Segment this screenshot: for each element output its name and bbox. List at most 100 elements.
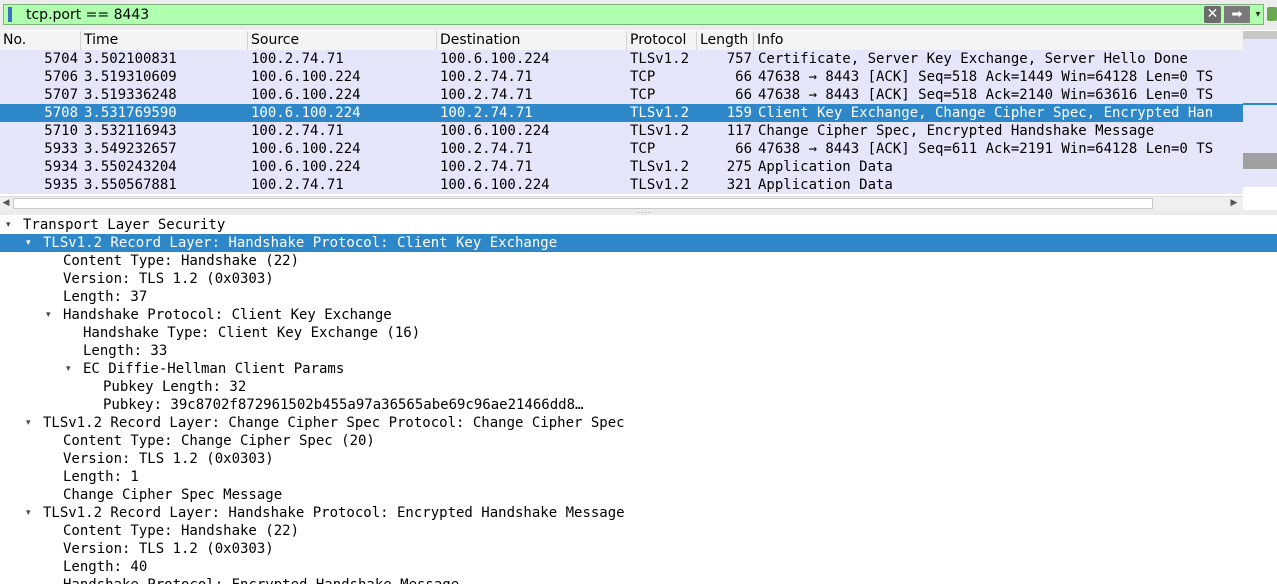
packet-row[interactable]: 5708 3.531769590 100.6.100.224 100.2.74.71 T… xyxy=(0,104,1243,122)
packet-time-cell: 3.550243204 xyxy=(84,159,177,175)
packet-info-cell: Application Data xyxy=(758,177,893,193)
bookmark-icon[interactable] xyxy=(8,7,18,22)
packet-protocol-cell: TLSv1.2 xyxy=(630,159,690,175)
detail-label: TLSv1.2 Record Layer: Handshake Protocol… xyxy=(43,235,558,251)
detail-tree-item[interactable]: Handshake Type: Client Key Exchange (16) xyxy=(0,324,1277,342)
column-header-source[interactable]: Source xyxy=(248,31,437,50)
packet-destination-cell: 100.6.100.224 xyxy=(440,51,550,67)
filter-text[interactable]: tcp.port == 8443 xyxy=(26,6,149,24)
expand-arrow-icon[interactable]: ▾ xyxy=(6,216,16,234)
column-header-info[interactable]: Info xyxy=(754,31,1243,50)
expand-arrow-icon[interactable]: ▾ xyxy=(66,360,76,378)
detail-label: Length: 37 xyxy=(63,289,148,305)
detail-tree-item[interactable]: Version: TLS 1.2 (0x0303) xyxy=(0,270,1277,288)
detail-tree-item[interactable]: Length: 33 xyxy=(0,342,1277,360)
column-header-time[interactable]: Time xyxy=(81,31,248,50)
filter-history-icon[interactable]: ▾ xyxy=(1253,6,1263,23)
scroll-left-icon[interactable]: ◀ xyxy=(0,197,12,210)
packet-list-scrollbar-minimap[interactable] xyxy=(1243,31,1277,196)
clear-filter-icon[interactable]: ✕ xyxy=(1204,6,1221,23)
detail-label: Length: 33 xyxy=(83,343,168,359)
column-header-protocol[interactable]: Protocol xyxy=(627,31,697,50)
detail-tree-item[interactable]: ▾ TLSv1.2 Record Layer: Handshake Protoco… xyxy=(0,504,1277,522)
detail-tree-item[interactable]: Handshake Protocol: Encrypted Handshake … xyxy=(0,576,1277,584)
detail-tree-item[interactable]: ▾ Handshake Protocol: Client Key Exchange xyxy=(0,306,1277,324)
packet-no-cell: 5708 xyxy=(44,105,78,121)
packet-no-cell: 5704 xyxy=(44,51,78,67)
detail-tree-item[interactable]: Change Cipher Spec Message xyxy=(0,486,1277,504)
packet-list-header: No. Time Source Destination Protocol Len… xyxy=(0,31,1243,51)
detail-tree-item[interactable]: Content Type: Handshake (22) xyxy=(0,252,1277,270)
packet-time-cell: 3.519336248 xyxy=(84,87,177,103)
packet-source-cell: 100.6.100.224 xyxy=(251,141,361,157)
detail-tree-item[interactable]: Length: 1 xyxy=(0,468,1277,486)
detail-label: Version: TLS 1.2 (0x0303) xyxy=(63,451,274,467)
detail-label: Handshake Protocol: Encrypted Handshake … xyxy=(63,576,459,584)
detail-tree-item[interactable]: Version: TLS 1.2 (0x0303) xyxy=(0,540,1277,558)
packet-row[interactable]: 5707 3.519336248 100.6.100.224 100.2.74.71 T… xyxy=(0,86,1243,104)
display-filter-input[interactable]: tcp.port == 8443 ✕ ➡ ▾ xyxy=(3,4,1264,25)
packet-length-cell: 66 xyxy=(735,141,752,157)
packet-row[interactable]: 5935 3.550567881 100.2.74.71 100.6.100.224 T… xyxy=(0,176,1243,194)
packet-length-cell: 757 xyxy=(726,51,752,67)
horizontal-scroll-thumb[interactable] xyxy=(13,198,1153,209)
detail-tree-item[interactable]: Pubkey: 39c8702f872961502b455a97a36565ab… xyxy=(0,396,1277,414)
column-header-destination[interactable]: Destination xyxy=(437,31,627,50)
packet-info-cell: 47638 → 8443 [ACK] Seq=518 Ack=1449 Win=… xyxy=(758,69,1214,85)
detail-tree-item[interactable]: ▾ Transport Layer Security xyxy=(0,216,1277,234)
detail-tree-item[interactable]: Version: TLS 1.2 (0x0303) xyxy=(0,450,1277,468)
packet-destination-cell: 100.2.74.71 xyxy=(440,69,533,85)
expand-arrow-icon[interactable]: ▾ xyxy=(26,504,36,522)
packet-details-tree[interactable]: ▾ Transport Layer Security ▾ TLSv1.2 Record… xyxy=(0,215,1277,584)
packet-protocol-cell: TCP xyxy=(630,141,656,157)
packet-row[interactable]: 5704 3.502100831 100.2.74.71 100.6.100.224 T… xyxy=(0,50,1243,68)
detail-tree-item[interactable]: ▾ TLSv1.2 Record Layer: Change Cipher Spe… xyxy=(0,414,1277,432)
packet-no-cell: 5933 xyxy=(44,141,78,157)
scroll-right-icon[interactable]: ▶ xyxy=(1228,197,1240,210)
column-header-length[interactable]: Length xyxy=(697,31,754,50)
detail-label: Version: TLS 1.2 (0x0303) xyxy=(63,541,274,557)
detail-tree-item[interactable]: Pubkey Length: 32 xyxy=(0,378,1277,396)
detail-tree-item[interactable]: ▾ TLSv1.2 Record Layer: Handshake Protoco… xyxy=(0,234,1277,252)
packet-row[interactable]: 5706 3.519310609 100.6.100.224 100.2.74.71 T… xyxy=(0,68,1243,86)
packet-no-cell: 5710 xyxy=(44,123,78,139)
detail-tree-item[interactable]: Length: 40 xyxy=(0,558,1277,576)
packet-protocol-cell: TLSv1.2 xyxy=(630,177,690,193)
packet-row[interactable]: 5710 3.532116943 100.2.74.71 100.6.100.224 T… xyxy=(0,122,1243,140)
expand-arrow-icon[interactable]: ▾ xyxy=(26,414,36,432)
packet-protocol-cell: TLSv1.2 xyxy=(630,123,690,139)
packet-row[interactable]: 5934 3.550243204 100.6.100.224 100.2.74.71 T… xyxy=(0,158,1243,176)
packet-protocol-cell: TLSv1.2 xyxy=(630,105,690,121)
detail-label: Change Cipher Spec Message xyxy=(63,487,283,503)
packet-length-cell: 321 xyxy=(726,177,752,193)
detail-tree-item[interactable]: Content Type: Handshake (22) xyxy=(0,522,1277,540)
detail-label: Content Type: Change Cipher Spec (20) xyxy=(63,433,375,449)
packet-length-cell: 159 xyxy=(726,105,752,121)
packet-destination-cell: 100.2.74.71 xyxy=(440,141,533,157)
detail-label: Version: TLS 1.2 (0x0303) xyxy=(63,271,274,287)
apply-filter-icon[interactable]: ➡ xyxy=(1224,6,1250,23)
packet-length-cell: 117 xyxy=(726,123,752,139)
expand-arrow-icon[interactable]: ▾ xyxy=(26,234,36,252)
packet-source-cell: 100.2.74.71 xyxy=(251,123,344,139)
column-header-no[interactable]: No. xyxy=(0,31,81,50)
detail-tree-item[interactable]: Content Type: Change Cipher Spec (20) xyxy=(0,432,1277,450)
expand-arrow-icon[interactable]: ▾ xyxy=(46,306,56,324)
packet-time-cell: 3.519310609 xyxy=(84,69,177,85)
detail-tree-item[interactable]: ▾ EC Diffie-Hellman Client Params xyxy=(0,360,1277,378)
packet-destination-cell: 100.2.74.71 xyxy=(440,105,533,121)
packet-time-cell: 3.532116943 xyxy=(84,123,177,139)
packet-list[interactable]: 5704 3.502100831 100.2.74.71 100.6.100.224 T… xyxy=(0,50,1243,196)
packet-destination-cell: 100.6.100.224 xyxy=(440,123,550,139)
detail-label: Content Type: Handshake (22) xyxy=(63,253,300,269)
add-filter-button-icon[interactable] xyxy=(1267,7,1277,21)
detail-tree-item[interactable]: Length: 37 xyxy=(0,288,1277,306)
packet-row[interactable]: 5933 3.549232657 100.6.100.224 100.2.74.71 T… xyxy=(0,140,1243,158)
packet-source-cell: 100.6.100.224 xyxy=(251,69,361,85)
packet-destination-cell: 100.2.74.71 xyxy=(440,87,533,103)
packet-length-cell: 66 xyxy=(735,87,752,103)
packet-list-horizontal-scrollbar[interactable]: ◀ ▶ xyxy=(0,196,1243,210)
detail-label: Handshake Type: Client Key Exchange (16) xyxy=(83,325,421,341)
display-filter-toolbar: tcp.port == 8443 ✕ ➡ ▾ xyxy=(0,0,1277,30)
packet-destination-cell: 100.6.100.224 xyxy=(440,177,550,193)
